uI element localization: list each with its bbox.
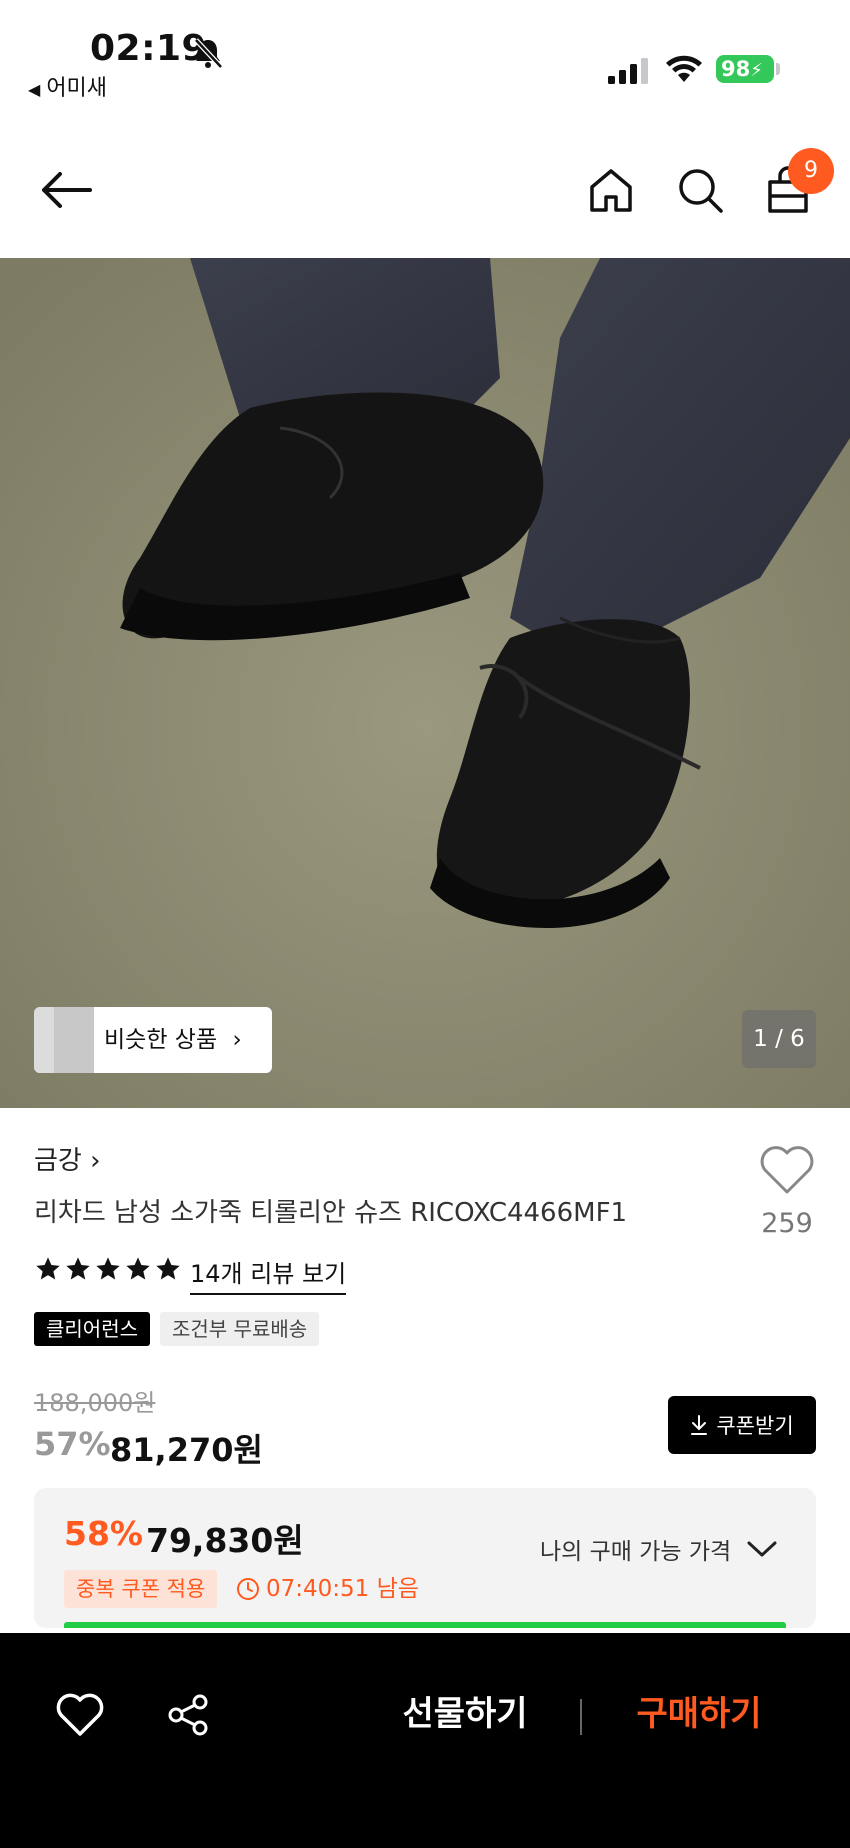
download-icon (691, 1415, 708, 1435)
similar-thumb-2 (54, 1007, 94, 1073)
best-price: 79,830원 (146, 1521, 304, 1560)
product-image[interactable] (0, 258, 850, 1108)
chevron-down-icon (747, 1541, 777, 1557)
battery-indicator: 98⚡ (716, 55, 774, 83)
bell-muted-icon (194, 38, 223, 69)
wifi-icon (666, 55, 702, 82)
heart-outline-icon (760, 1146, 814, 1194)
status-bar: 02:19 ◀ 어미새 98⚡ (0, 0, 850, 110)
heart-icon[interactable] (54, 1689, 106, 1741)
star-icon (96, 1257, 120, 1280)
get-coupon-label: 쿠폰받기 (716, 1414, 794, 1438)
charging-bolt-icon: ⚡ (750, 60, 763, 81)
original-price: 188,000원 (34, 1389, 156, 1417)
bottom-action-bar: 선물하기 구매하기 (0, 1633, 850, 1848)
discount-rate: 57% (34, 1425, 111, 1463)
countdown-text: 07:40:51 남음 (266, 1576, 419, 1602)
nav-bar (0, 110, 850, 258)
image-page-indicator: 1 / 6 (742, 1010, 816, 1068)
star-icon (36, 1257, 60, 1280)
chevron-right-icon: › (90, 1146, 101, 1176)
star-icon (66, 1257, 90, 1280)
like-count: 259 (761, 1208, 813, 1239)
gift-button[interactable]: 선물하기 (380, 1683, 550, 1745)
green-highlight-bar (64, 1622, 786, 1628)
buy-button[interactable]: 구매하기 (614, 1683, 784, 1745)
my-price-toggle[interactable]: 나의 구매 가능 가격 (540, 1532, 777, 1566)
back-triangle-icon: ◀ (28, 80, 41, 99)
star-icon (126, 1257, 150, 1280)
reviews-link[interactable]: 14개 리뷰 보기 (190, 1254, 347, 1295)
get-coupon-button[interactable]: 쿠폰받기 (668, 1396, 816, 1454)
my-price-panel[interactable]: 58% 79,830원 중복 쿠폰 적용 07:40:51 남음 나의 구매 가… (34, 1488, 816, 1628)
product-photo (0, 258, 850, 1108)
my-price-label: 나의 구매 가능 가격 (540, 1539, 732, 1565)
similar-products-label: 비슷한 상품 › (104, 1027, 242, 1053)
product-title: 리차드 남성 소가죽 티롤리안 슈즈 RICOXC4466MF1 (34, 1198, 628, 1228)
star-icon (156, 1257, 180, 1280)
back-to-app-link[interactable]: ◀ 어미새 (28, 70, 107, 102)
back-app-label: 어미새 (46, 76, 108, 101)
countdown-timer: 07:40:51 남음 (236, 1570, 419, 1608)
back-arrow-icon[interactable] (38, 162, 94, 218)
clock-icon (237, 1578, 259, 1600)
search-icon[interactable] (672, 162, 728, 218)
battery-level: 98 (721, 57, 751, 81)
best-discount-rate: 58% (64, 1514, 143, 1553)
rating-stars (34, 1255, 182, 1285)
share-icon[interactable] (162, 1689, 214, 1741)
like-button[interactable] (754, 1145, 820, 1199)
brand-link[interactable]: 금강 › (34, 1140, 101, 1177)
cart-count-badge: 9 (788, 148, 834, 194)
free-shipping-tag: 조건부 무료배송 (160, 1312, 320, 1346)
clearance-tag: 클리어런스 (34, 1312, 150, 1346)
chevron-right-icon: › (232, 1027, 242, 1053)
battery-tip (776, 63, 780, 75)
divider (580, 1699, 582, 1735)
status-time: 02:19 (90, 28, 208, 69)
cellular-signal-icon (608, 58, 648, 84)
home-icon[interactable] (583, 162, 639, 218)
similar-products-button[interactable]: 비슷한 상품 › (34, 1007, 272, 1073)
coupon-applied-badge: 중복 쿠폰 적용 (64, 1570, 218, 1608)
sale-price: 81,270원 (110, 1431, 263, 1469)
